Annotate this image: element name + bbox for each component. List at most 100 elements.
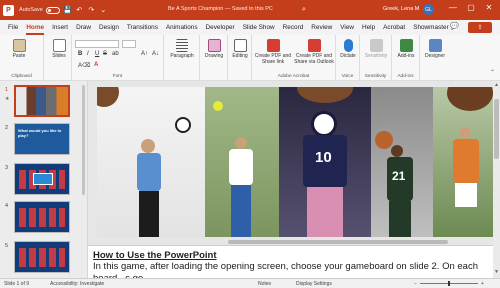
create-pdf-share-link-button[interactable]: Create PDF and Share link — [254, 39, 292, 65]
clear-formatting-button[interactable]: A⌫ — [78, 62, 91, 69]
football-image — [447, 87, 493, 111]
zoom-slider-knob[interactable] — [447, 281, 450, 286]
status-bar: Slide 1 of 9 Accessibility: Investigate … — [0, 278, 500, 288]
thumb-number-4: 4 — [5, 203, 9, 209]
font-color-button[interactable]: A — [94, 62, 98, 68]
slides-group: Slides — [44, 35, 72, 81]
font-name-field[interactable] — [75, 40, 119, 48]
find-icon — [233, 39, 247, 52]
tab-insert[interactable]: Insert — [52, 24, 68, 31]
pdf-icon — [266, 39, 280, 52]
notes-button[interactable]: Notes — [258, 281, 271, 287]
player-shorts — [389, 201, 411, 237]
powerpoint-window: P AutoSave 💾 ↶ ↷ ⌄ Be A Sports Champion … — [0, 0, 500, 288]
underline-button[interactable]: U — [95, 51, 99, 57]
share-button[interactable]: ⇪ — [468, 22, 492, 33]
slide-thumbnail-4[interactable] — [14, 201, 70, 233]
save-icon[interactable]: 💾 — [63, 6, 72, 14]
tab-review[interactable]: Review — [311, 24, 332, 31]
horizontal-scrollbar[interactable] — [228, 240, 448, 244]
user-name[interactable]: Greek, Lena M — [383, 6, 419, 12]
create-pdf-outlook-button[interactable]: Create PDF and Share via Outlook — [294, 39, 334, 65]
tab-developer[interactable]: Developer — [206, 24, 235, 31]
close-icon[interactable]: ✕ — [483, 3, 495, 12]
notes-pane[interactable]: How to Use the PowerPoint In this game, … — [88, 245, 493, 284]
notes-title: How to Use the PowerPoint — [93, 250, 217, 261]
tab-animations[interactable]: Animations — [166, 24, 198, 31]
shadow-button[interactable]: ab — [112, 51, 119, 57]
sensitivity-button[interactable]: Sensitivity — [361, 39, 391, 59]
tab-view[interactable]: View — [340, 24, 354, 31]
football-image — [97, 87, 119, 107]
paragraph-button[interactable]: Paragraph — [167, 39, 197, 59]
redo-icon[interactable]: ↷ — [87, 6, 96, 14]
drawing-button[interactable]: Drawing — [202, 39, 226, 59]
vertical-scrollbar[interactable]: ▲ ▼ — [493, 81, 500, 278]
tab-draw[interactable]: Draw — [76, 24, 91, 31]
addins-label: Add-ins — [397, 53, 415, 59]
grow-font-button[interactable]: A↑ — [141, 51, 148, 57]
scroll-down-icon[interactable]: ▼ — [493, 269, 500, 275]
scroll-up-icon[interactable]: ▲ — [493, 82, 500, 88]
paste-button[interactable]: Paste — [8, 39, 30, 59]
addins-button[interactable]: Add-ins — [394, 39, 418, 59]
thumbnail-scrollbar[interactable] — [82, 85, 85, 195]
tab-help[interactable]: Help — [362, 24, 375, 31]
paragraph-group: Paragraph — [164, 35, 200, 81]
document-title[interactable]: Be A Sports Champion — Saved to this PC — [168, 6, 273, 12]
tab-showmaster[interactable]: Showmaster — [413, 24, 449, 31]
accessibility-status[interactable]: Accessibility: Investigate — [50, 281, 104, 287]
tab-record[interactable]: Record — [283, 24, 304, 31]
sensitivity-group-label: Sensitivity — [364, 74, 387, 79]
slides-button[interactable]: Slides — [50, 39, 68, 59]
maximize-icon[interactable]: ▢ — [465, 3, 477, 12]
clipboard-icon — [12, 39, 26, 52]
designer-button[interactable]: Designer — [422, 39, 448, 59]
tab-file[interactable]: File — [8, 24, 18, 31]
player-uniform — [229, 149, 253, 185]
slide-thumbnail-2[interactable]: What would you like to play? — [14, 123, 70, 155]
tab-design[interactable]: Design — [99, 24, 119, 31]
tab-acrobat[interactable]: Acrobat — [383, 24, 405, 31]
strikethrough-button[interactable]: S — [103, 51, 107, 57]
autosave-toggle[interactable] — [45, 6, 60, 14]
scoreboard-graphic — [19, 208, 65, 227]
editing-button[interactable]: Editing — [229, 39, 251, 59]
zoom-out-button[interactable]: − — [414, 281, 417, 287]
search-icon[interactable]: ⌕ — [296, 4, 312, 16]
paragraph-label: Paragraph — [170, 53, 194, 59]
slide-canvas[interactable]: 10 21 — [97, 87, 497, 237]
shrink-font-button[interactable]: A↓ — [152, 51, 159, 57]
customize-toolbar-icon[interactable]: ⌄ — [99, 6, 108, 14]
undo-icon[interactable]: ↶ — [75, 6, 84, 14]
display-settings-button[interactable]: Display Settings — [296, 281, 332, 287]
slide-thumbnail-1[interactable] — [14, 85, 70, 117]
player-jersey: 21 — [387, 157, 413, 201]
photo-panel-football: 10 — [279, 87, 371, 237]
basketball-image — [375, 131, 393, 149]
slide-counter: Slide 1 of 9 — [4, 281, 30, 287]
slides-icon — [52, 39, 66, 52]
minimize-icon[interactable]: — — [447, 3, 459, 12]
tab-transitions[interactable]: Transitions — [127, 24, 158, 31]
collapse-ribbon-icon[interactable]: ⌃ — [490, 69, 495, 76]
player-head — [391, 145, 403, 157]
tab-home[interactable]: Home — [26, 24, 44, 35]
bold-button[interactable]: B — [78, 51, 82, 57]
font-size-field[interactable] — [122, 40, 136, 48]
zoom-in-button[interactable]: + — [481, 281, 484, 287]
editing-label: Editing — [232, 53, 248, 59]
designer-icon — [428, 39, 442, 52]
scroll-thumb[interactable] — [494, 99, 499, 159]
drawing-label: Drawing — [204, 53, 224, 59]
italic-button[interactable]: I — [87, 51, 89, 57]
addins-icon — [399, 39, 413, 52]
slide-thumbnail-3[interactable] — [14, 163, 70, 195]
sensitivity-group: Sensitivity Sensitivity — [360, 35, 392, 81]
slide-thumbnail-5[interactable] — [14, 241, 70, 273]
comments-icon[interactable]: 💬 — [450, 22, 459, 30]
avatar[interactable]: GL — [423, 4, 434, 15]
dictate-button[interactable]: Dictate — [337, 39, 359, 59]
pdf-outlook-icon — [307, 39, 321, 52]
tab-slide-show[interactable]: Slide Show — [243, 24, 275, 31]
